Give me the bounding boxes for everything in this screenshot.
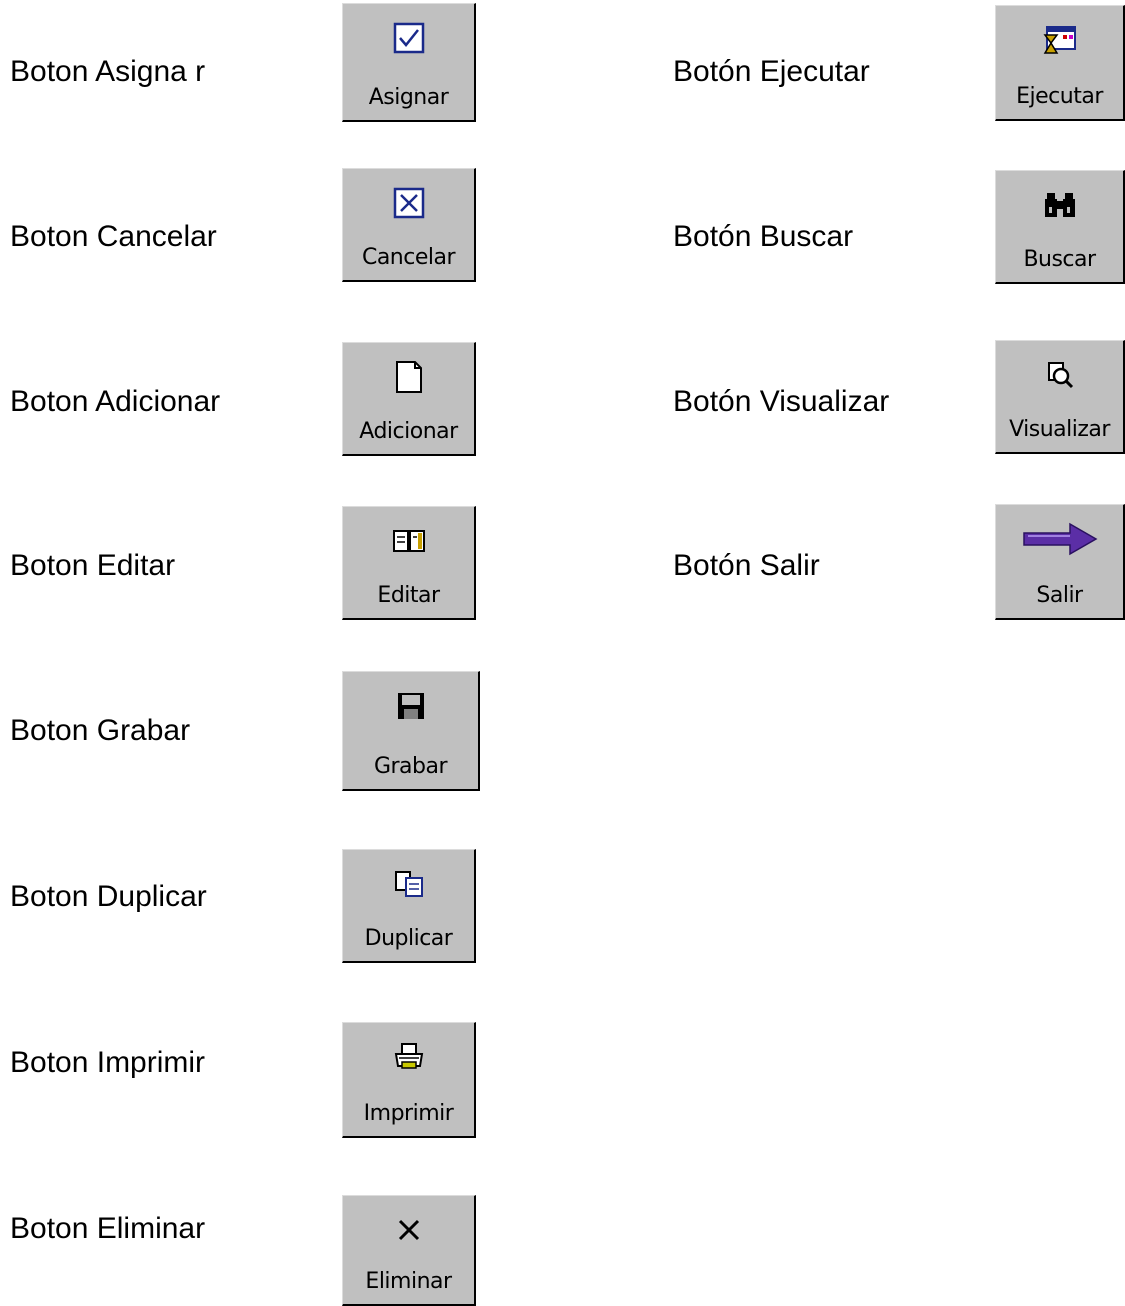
adicionar-button-label: Adicionar — [359, 419, 458, 444]
label-adicionar: Boton Adicionar — [10, 385, 221, 418]
adicionar-button[interactable]: Adicionar — [342, 342, 476, 456]
label-salir: Botón Salir — [673, 549, 820, 582]
exit-arrow-icon — [1022, 519, 1098, 559]
label-visualizar: Botón Visualizar — [673, 385, 890, 418]
open-book-icon — [392, 521, 426, 561]
delete-x-icon — [396, 1210, 422, 1250]
asignar-button[interactable]: Asignar — [342, 3, 476, 122]
duplicar-button-label: Duplicar — [364, 926, 453, 951]
copy-pages-icon — [394, 864, 424, 904]
salir-button-label: Salir — [1036, 583, 1083, 608]
run-hourglass-icon — [1043, 20, 1077, 60]
asignar-button-label: Asignar — [368, 85, 449, 110]
magnify-page-icon — [1045, 355, 1075, 395]
cancelar-button-label: Cancelar — [361, 245, 456, 270]
duplicar-button[interactable]: Duplicar — [342, 849, 476, 963]
buscar-button-label: Buscar — [1023, 247, 1096, 272]
eliminar-button[interactable]: Eliminar — [342, 1195, 476, 1306]
label-imprimir: Boton Imprimir — [10, 1046, 206, 1079]
label-grabar: Boton Grabar — [10, 714, 191, 747]
grabar-button-label: Grabar — [373, 754, 448, 779]
label-duplicar: Boton Duplicar — [10, 880, 207, 913]
cancelar-button[interactable]: Cancelar — [342, 168, 476, 282]
editar-button[interactable]: Editar — [342, 506, 476, 620]
ejecutar-button-label: Ejecutar — [1016, 84, 1103, 109]
buscar-button[interactable]: Buscar — [995, 170, 1125, 284]
label-eliminar: Boton Eliminar — [10, 1212, 206, 1245]
printer-icon — [393, 1037, 425, 1077]
imprimir-button-label: Imprimir — [363, 1101, 454, 1126]
new-document-icon — [395, 357, 423, 397]
floppy-disk-icon — [396, 686, 426, 726]
label-asignar: Boton Asigna r — [10, 55, 206, 88]
checkbox-checked-icon — [393, 18, 425, 58]
ejecutar-button[interactable]: Ejecutar — [995, 5, 1125, 121]
binoculars-icon — [1043, 185, 1077, 225]
salir-button[interactable]: Salir — [995, 504, 1125, 620]
eliminar-button-label: Eliminar — [365, 1269, 452, 1294]
visualizar-button-label: Visualizar — [1009, 417, 1110, 442]
label-ejecutar: Botón Ejecutar — [673, 55, 870, 88]
imprimir-button[interactable]: Imprimir — [342, 1022, 476, 1138]
visualizar-button[interactable]: Visualizar — [995, 340, 1125, 454]
grabar-button[interactable]: Grabar — [342, 671, 480, 791]
label-buscar: Botón Buscar — [673, 220, 854, 253]
editar-button-label: Editar — [377, 583, 440, 608]
label-cancelar: Boton Cancelar — [10, 220, 217, 253]
checkbox-x-icon — [393, 183, 425, 223]
label-editar: Boton Editar — [10, 549, 176, 582]
